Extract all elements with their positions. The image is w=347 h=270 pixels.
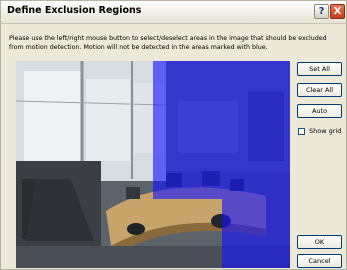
dialog-title: Define Exclusion Regions [7,5,142,16]
grid-cell[interactable] [16,61,85,130]
camera-preview[interactable] [16,61,290,268]
grid-cell[interactable] [221,199,290,268]
grid-cell[interactable] [85,61,154,130]
grid-cell[interactable] [153,199,222,268]
grid-cell[interactable] [153,61,222,130]
clear-all-button[interactable]: Clear All [297,83,342,97]
grid-cell[interactable] [16,199,85,268]
auto-button[interactable]: Auto [297,104,342,118]
show-grid-checkbox[interactable] [298,128,305,135]
help-button[interactable]: ? [314,4,329,19]
exclusion-regions-dialog: Define Exclusion Regions ? X Please use … [0,0,347,270]
grid-cell[interactable] [221,61,290,130]
show-grid-label: Show grid [309,127,342,135]
grid-cell[interactable] [16,130,85,199]
grid-cell[interactable] [85,199,154,268]
cancel-button[interactable]: Cancel [297,254,342,268]
instructions-text: Please use the left/right mouse button t… [9,35,327,51]
grid-cell[interactable] [85,130,154,199]
title-bar[interactable]: Define Exclusion Regions ? X [1,1,346,24]
grid-cell[interactable] [153,130,222,199]
set-all-button[interactable]: Set All [297,62,342,76]
exclusion-grid[interactable] [16,61,290,268]
close-button[interactable]: X [330,4,345,19]
ok-button[interactable]: OK [297,235,342,249]
grid-cell[interactable] [221,130,290,199]
